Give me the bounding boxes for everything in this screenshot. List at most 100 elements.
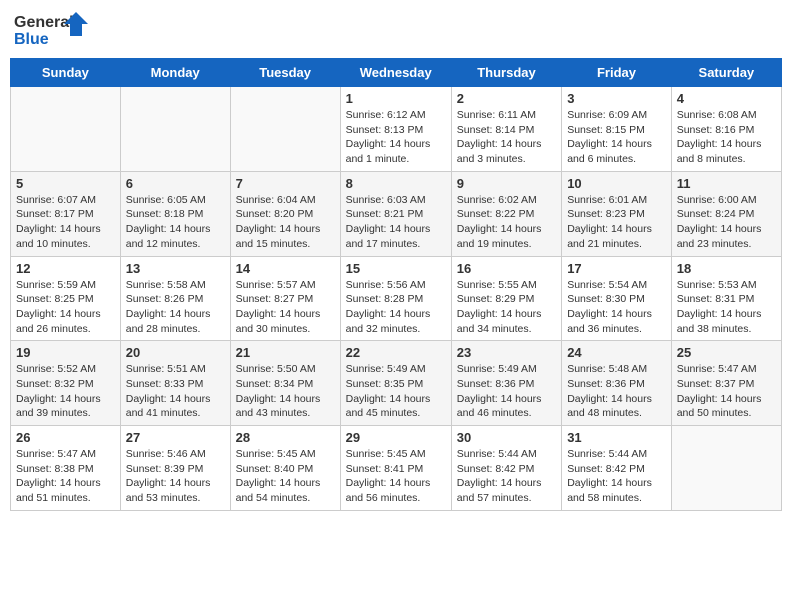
calendar-cell: 18 Sunrise: 5:53 AMSunset: 8:31 PMDayligh…	[671, 256, 781, 341]
day-number: 25	[677, 345, 776, 360]
calendar-header-row: SundayMondayTuesdayWednesdayThursdayFrid…	[11, 59, 782, 87]
calendar-week-4: 19Sunrise: 5:52 AMSunset: 8:32 PMDayligh…	[11, 341, 782, 426]
calendar-cell	[11, 87, 121, 172]
day-number: 15	[346, 261, 446, 276]
calendar-cell	[120, 87, 230, 172]
calendar-week-5: 26Sunrise: 5:47 AMSunset: 8:38 PMDayligh…	[11, 426, 782, 511]
calendar-cell: 1 Sunrise: 6:12 AMSunset: 8:13 PMDaylight…	[340, 87, 451, 172]
svg-text:General: General	[14, 14, 74, 31]
day-number: 29	[346, 430, 446, 445]
day-info: Sunrise: 5:45 AMSunset: 8:40 PMDaylight:…	[236, 447, 335, 506]
day-number: 31	[567, 430, 666, 445]
calendar-cell: 14 Sunrise: 5:57 AMSunset: 8:27 PMDayligh…	[230, 256, 340, 341]
header-thursday: Thursday	[451, 59, 561, 87]
day-info: Sunrise: 6:03 AMSunset: 8:21 PMDaylight:…	[346, 193, 446, 252]
day-info: Sunrise: 5:55 AMSunset: 8:29 PMDaylight:…	[457, 278, 556, 337]
day-number: 28	[236, 430, 335, 445]
calendar-cell: 20 Sunrise: 5:51 AMSunset: 8:33 PMDayligh…	[120, 341, 230, 426]
calendar-cell: 27Sunrise: 5:46 AMSunset: 8:39 PMDayligh…	[120, 426, 230, 511]
day-number: 24	[567, 345, 666, 360]
calendar-cell: 30 Sunrise: 5:44 AMSunset: 8:42 PMDayligh…	[451, 426, 561, 511]
day-number: 30	[457, 430, 556, 445]
calendar-cell: 19Sunrise: 5:52 AMSunset: 8:32 PMDayligh…	[11, 341, 121, 426]
day-number: 7	[236, 176, 335, 191]
day-info: Sunrise: 5:48 AMSunset: 8:36 PMDaylight:…	[567, 362, 666, 421]
day-number: 9	[457, 176, 556, 191]
day-number: 5	[16, 176, 115, 191]
day-number: 23	[457, 345, 556, 360]
calendar-cell: 13 Sunrise: 5:58 AMSunset: 8:26 PMDayligh…	[120, 256, 230, 341]
calendar-cell: 15 Sunrise: 5:56 AMSunset: 8:28 PMDayligh…	[340, 256, 451, 341]
logo: GeneralBlue	[14, 10, 94, 50]
calendar-cell: 17Sunrise: 5:54 AMSunset: 8:30 PMDayligh…	[562, 256, 672, 341]
day-info: Sunrise: 5:47 AMSunset: 8:38 PMDaylight:…	[16, 447, 115, 506]
day-info: Sunrise: 5:59 AMSunset: 8:25 PMDaylight:…	[16, 278, 115, 337]
day-number: 19	[16, 345, 115, 360]
header-wednesday: Wednesday	[340, 59, 451, 87]
day-number: 18	[677, 261, 776, 276]
calendar-cell: 22Sunrise: 5:49 AMSunset: 8:35 PMDayligh…	[340, 341, 451, 426]
day-number: 4	[677, 91, 776, 106]
calendar-cell: 24 Sunrise: 5:48 AMSunset: 8:36 PMDayligh…	[562, 341, 672, 426]
calendar-cell: 29 Sunrise: 5:45 AMSunset: 8:41 PMDayligh…	[340, 426, 451, 511]
day-info: Sunrise: 5:54 AMSunset: 8:30 PMDaylight:…	[567, 278, 666, 337]
calendar-cell	[230, 87, 340, 172]
day-info: Sunrise: 6:02 AMSunset: 8:22 PMDaylight:…	[457, 193, 556, 252]
day-number: 1	[346, 91, 446, 106]
day-number: 11	[677, 176, 776, 191]
calendar-cell: 28 Sunrise: 5:45 AMSunset: 8:40 PMDayligh…	[230, 426, 340, 511]
calendar-week-1: 1 Sunrise: 6:12 AMSunset: 8:13 PMDaylight…	[11, 87, 782, 172]
day-number: 10	[567, 176, 666, 191]
day-info: Sunrise: 5:50 AMSunset: 8:34 PMDaylight:…	[236, 362, 335, 421]
day-info: Sunrise: 6:12 AMSunset: 8:13 PMDaylight:…	[346, 108, 446, 167]
calendar-cell: 5Sunrise: 6:07 AMSunset: 8:17 PMDaylight…	[11, 171, 121, 256]
header-sunday: Sunday	[11, 59, 121, 87]
day-info: Sunrise: 6:04 AMSunset: 8:20 PMDaylight:…	[236, 193, 335, 252]
day-info: Sunrise: 5:47 AMSunset: 8:37 PMDaylight:…	[677, 362, 776, 421]
header-tuesday: Tuesday	[230, 59, 340, 87]
day-info: Sunrise: 6:05 AMSunset: 8:18 PMDaylight:…	[126, 193, 225, 252]
header-saturday: Saturday	[671, 59, 781, 87]
day-info: Sunrise: 6:01 AMSunset: 8:23 PMDaylight:…	[567, 193, 666, 252]
calendar-cell: 31Sunrise: 5:44 AMSunset: 8:42 PMDayligh…	[562, 426, 672, 511]
day-info: Sunrise: 6:09 AMSunset: 8:15 PMDaylight:…	[567, 108, 666, 167]
logo-icon: GeneralBlue	[14, 10, 94, 50]
day-number: 3	[567, 91, 666, 106]
day-info: Sunrise: 5:51 AMSunset: 8:33 PMDaylight:…	[126, 362, 225, 421]
day-number: 20	[126, 345, 225, 360]
calendar: SundayMondayTuesdayWednesdayThursdayFrid…	[10, 58, 782, 511]
day-info: Sunrise: 5:58 AMSunset: 8:26 PMDaylight:…	[126, 278, 225, 337]
day-info: Sunrise: 6:00 AMSunset: 8:24 PMDaylight:…	[677, 193, 776, 252]
day-info: Sunrise: 5:44 AMSunset: 8:42 PMDaylight:…	[457, 447, 556, 506]
day-number: 16	[457, 261, 556, 276]
calendar-week-2: 5Sunrise: 6:07 AMSunset: 8:17 PMDaylight…	[11, 171, 782, 256]
day-info: Sunrise: 5:45 AMSunset: 8:41 PMDaylight:…	[346, 447, 446, 506]
calendar-week-3: 12 Sunrise: 5:59 AMSunset: 8:25 PMDayligh…	[11, 256, 782, 341]
calendar-cell: 4Sunrise: 6:08 AMSunset: 8:16 PMDaylight…	[671, 87, 781, 172]
day-info: Sunrise: 5:56 AMSunset: 8:28 PMDaylight:…	[346, 278, 446, 337]
calendar-cell: 23 Sunrise: 5:49 AMSunset: 8:36 PMDayligh…	[451, 341, 561, 426]
day-number: 14	[236, 261, 335, 276]
calendar-cell: 12 Sunrise: 5:59 AMSunset: 8:25 PMDayligh…	[11, 256, 121, 341]
header-friday: Friday	[562, 59, 672, 87]
day-number: 2	[457, 91, 556, 106]
calendar-cell: 9 Sunrise: 6:02 AMSunset: 8:22 PMDaylight…	[451, 171, 561, 256]
calendar-cell: 21Sunrise: 5:50 AMSunset: 8:34 PMDayligh…	[230, 341, 340, 426]
day-info: Sunrise: 5:46 AMSunset: 8:39 PMDaylight:…	[126, 447, 225, 506]
day-number: 12	[16, 261, 115, 276]
calendar-cell: 8Sunrise: 6:03 AMSunset: 8:21 PMDaylight…	[340, 171, 451, 256]
day-number: 13	[126, 261, 225, 276]
day-info: Sunrise: 5:57 AMSunset: 8:27 PMDaylight:…	[236, 278, 335, 337]
day-info: Sunrise: 5:53 AMSunset: 8:31 PMDaylight:…	[677, 278, 776, 337]
header: GeneralBlue	[10, 10, 782, 50]
calendar-cell: 25 Sunrise: 5:47 AMSunset: 8:37 PMDayligh…	[671, 341, 781, 426]
calendar-cell: 26Sunrise: 5:47 AMSunset: 8:38 PMDayligh…	[11, 426, 121, 511]
day-info: Sunrise: 5:49 AMSunset: 8:35 PMDaylight:…	[346, 362, 446, 421]
day-info: Sunrise: 6:11 AMSunset: 8:14 PMDaylight:…	[457, 108, 556, 167]
day-info: Sunrise: 5:49 AMSunset: 8:36 PMDaylight:…	[457, 362, 556, 421]
calendar-cell: 10 Sunrise: 6:01 AMSunset: 8:23 PMDayligh…	[562, 171, 672, 256]
calendar-cell	[671, 426, 781, 511]
calendar-cell: 7 Sunrise: 6:04 AMSunset: 8:20 PMDaylight…	[230, 171, 340, 256]
calendar-cell: 2 Sunrise: 6:11 AMSunset: 8:14 PMDaylight…	[451, 87, 561, 172]
header-monday: Monday	[120, 59, 230, 87]
